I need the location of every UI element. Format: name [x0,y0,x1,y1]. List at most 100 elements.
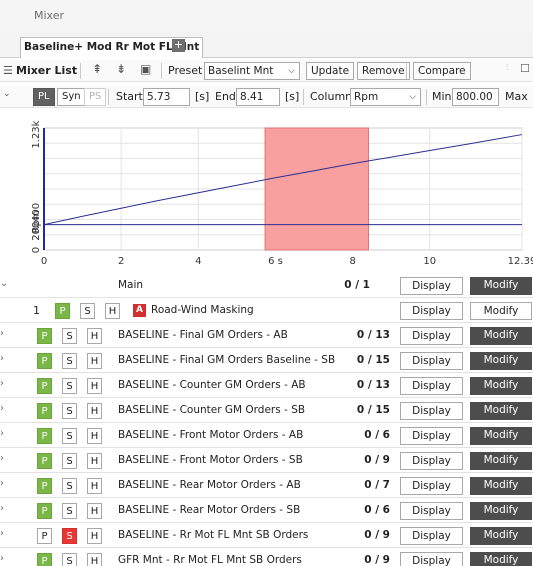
hide-toggle[interactable]: H [87,528,102,544]
solo-toggle[interactable]: S [62,353,77,369]
solo-toggle[interactable]: S [62,553,77,566]
mixer-row[interactable]: › P S H BASELINE - Rear Motor Orders - AB 0 /… [0,474,533,498]
display-button[interactable]: Display [400,552,463,566]
mixer-row[interactable]: 1 P S H A Road-Wind Masking Display Modify [0,299,533,323]
min-input[interactable]: 800.00 [452,88,499,106]
display-button[interactable]: Display [400,352,463,370]
hide-toggle[interactable]: H [87,503,102,519]
modify-button[interactable]: Modify [470,502,532,520]
collapse-icon[interactable]: ⇞ [92,62,102,76]
syn-toggle[interactable]: Syn [57,88,86,106]
play-toggle[interactable]: P [37,403,52,419]
chevron-right-icon[interactable]: › [0,528,8,539]
mixer-row[interactable]: › P S H GFR Mnt - Rr Mot FL Mnt SB Orders 0 /… [0,549,533,566]
play-toggle[interactable]: P [37,503,52,519]
display-button[interactable]: Display [400,452,463,470]
chevron-right-icon[interactable]: › [0,403,8,414]
modify-button[interactable]: Modify [470,377,532,395]
preset-select[interactable]: Baselint Mnt ⌵ [204,62,300,80]
compare-button[interactable]: Compare [413,62,471,80]
solo-toggle[interactable]: S [62,378,77,394]
play-toggle[interactable]: P [37,353,52,369]
solo-toggle[interactable]: S [62,503,77,519]
display-button[interactable]: Display [400,427,463,445]
solo-toggle[interactable]: S [62,428,77,444]
mixer-row[interactable]: › P S H BASELINE - Front Motor Orders - AB 0 … [0,424,533,448]
hide-toggle[interactable]: H [87,353,102,369]
chevron-right-icon[interactable]: › [0,453,8,464]
chevron-down-icon[interactable]: ⌄ [0,278,8,289]
modify-button[interactable]: Modify [470,352,532,370]
chevron-right-icon[interactable]: › [0,378,8,389]
hide-toggle[interactable]: H [87,478,102,494]
play-toggle[interactable]: P [37,328,52,344]
solo-toggle[interactable]: S [62,528,77,544]
rpm-chart[interactable]: 0246 s81012.3902004001.23kRpm [0,110,533,272]
update-button[interactable]: Update [306,62,355,80]
display-button[interactable]: Display [400,377,463,395]
chevron-right-icon[interactable]: › [0,353,8,364]
hide-toggle[interactable]: H [87,428,102,444]
expand-icon[interactable]: ⇟ [116,62,126,76]
play-toggle[interactable]: P [37,528,52,544]
chevron-right-icon[interactable]: › [0,503,8,514]
mixer-row[interactable]: › P S H BASELINE - Final GM Orders Baseline … [0,349,533,373]
pl-toggle[interactable]: PL [33,88,55,106]
ps-toggle[interactable]: PS [84,88,107,106]
display-button[interactable]: Display [400,277,463,295]
hide-toggle[interactable]: H [87,378,102,394]
column-select[interactable]: Rpm ⌵ [350,88,421,106]
play-toggle[interactable]: P [37,428,52,444]
chevron-right-icon[interactable]: › [0,428,8,439]
hide-toggle[interactable]: H [87,453,102,469]
display-button[interactable]: Display [400,327,463,345]
chart-icon[interactable]: ▣ [140,62,151,76]
chevron-right-icon[interactable]: › [0,328,8,339]
mixer-row[interactable]: › P S H BASELINE - Rear Motor Orders - SB 0 /… [0,499,533,523]
hide-toggle[interactable]: H [87,328,102,344]
solo-toggle[interactable]: S [62,478,77,494]
mixer-row[interactable]: › P S H BASELINE - Rr Mot FL Mnt SB Orders 0 … [0,524,533,548]
add-tab-icon[interactable]: + [172,39,185,52]
play-toggle[interactable]: P [55,303,70,319]
modify-button[interactable]: Modify [470,327,532,345]
solo-toggle[interactable]: S [80,303,95,319]
display-button[interactable]: Display [400,477,463,495]
mixer-row[interactable]: › P S H BASELINE - Front Motor Orders - SB 0 … [0,449,533,473]
display-button[interactable]: Display [400,502,463,520]
play-toggle[interactable]: P [37,478,52,494]
hide-toggle[interactable]: H [105,303,120,319]
end-input[interactable]: 8.41 [236,88,280,106]
menu-icon[interactable]: ☰ [3,64,13,77]
mixer-row[interactable]: › P S H BASELINE - Counter GM Orders - AB 0 /… [0,374,533,398]
solo-toggle[interactable]: S [62,328,77,344]
modify-button[interactable]: Modify [470,527,532,545]
play-toggle[interactable]: P [37,453,52,469]
display-button[interactable]: Display [400,402,463,420]
display-button[interactable]: Display [400,302,463,320]
mixer-row[interactable]: › P S H BASELINE - Final GM Orders - AB 0 / 1… [0,324,533,348]
chevron-right-icon[interactable]: › [0,478,8,489]
mixer-row[interactable]: › P S H BASELINE - Counter GM Orders - SB 0 /… [0,399,533,423]
modify-button[interactable]: Modify [470,402,532,420]
start-input[interactable]: 5.73 [143,88,190,106]
solo-toggle[interactable]: S [62,453,77,469]
mixer-list-label[interactable]: Mixer List [16,64,77,77]
modify-button[interactable]: Modify [470,477,532,495]
maximize-icon[interactable]: ☐ [520,62,530,75]
modify-button[interactable]: Modify [470,277,532,295]
chart-svg[interactable]: 0246 s81012.3902004001.23kRpm [0,110,533,272]
collapse-chevron-icon[interactable]: ⌄ [3,89,11,99]
modify-button[interactable]: Modify [470,427,532,445]
hide-toggle[interactable]: H [87,553,102,566]
solo-toggle[interactable]: S [62,403,77,419]
modify-button[interactable]: Modify [470,302,532,320]
modify-button[interactable]: Modify [470,452,532,470]
play-toggle[interactable]: P [37,378,52,394]
hide-toggle[interactable]: H [87,403,102,419]
display-button[interactable]: Display [400,527,463,545]
remove-button[interactable]: Remove [357,62,410,80]
play-toggle[interactable]: P [37,553,52,566]
modify-button[interactable]: Modify [470,552,532,566]
main-header-row[interactable]: ⌄ Main 0 / 1 Display Modify [0,274,533,298]
